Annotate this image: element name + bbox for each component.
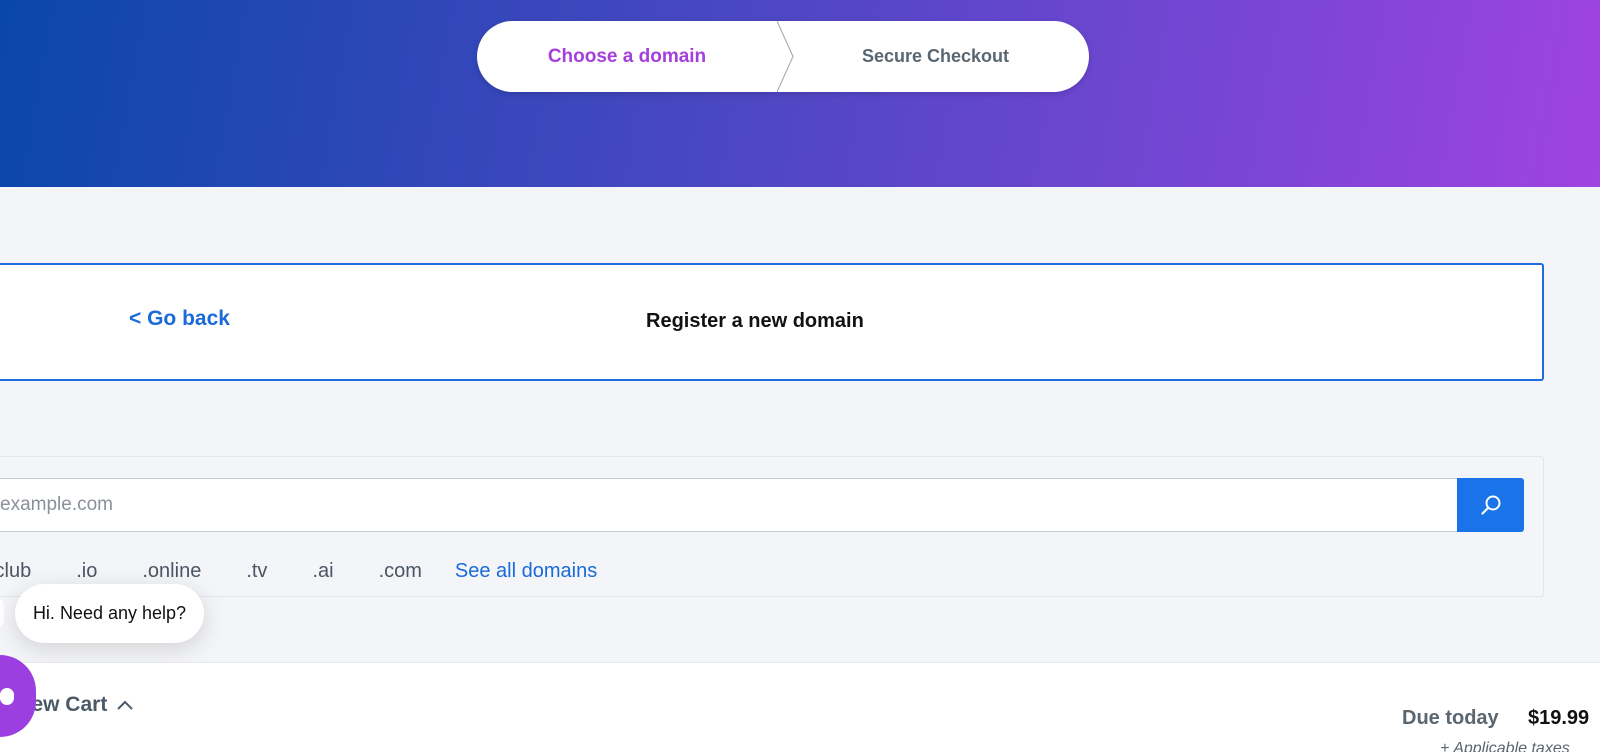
step-choose-domain-label: Choose a domain [547, 45, 707, 67]
go-back-link[interactable]: < Go back [129, 307, 230, 331]
tld-option[interactable]: .io [76, 560, 97, 583]
tld-option[interactable]: .ai [312, 560, 333, 583]
chat-icon [0, 688, 14, 705]
see-all-domains-link[interactable]: See all domains [455, 560, 597, 583]
search-icon [1480, 495, 1500, 515]
chevron-up-icon [117, 700, 134, 710]
step-secure-checkout-label: Secure Checkout [861, 46, 1010, 66]
domain-search-card: .club .io .online .tv .ai .com See all d… [0, 456, 1544, 597]
help-bubble-tail [0, 598, 4, 628]
tld-option[interactable]: .online [142, 560, 201, 583]
cart-summary-bar: View Cart Due today $19.99 + Applicable … [0, 662, 1600, 752]
applicable-taxes-note: + Applicable taxes [1440, 740, 1570, 752]
search-button[interactable] [1457, 478, 1524, 532]
tld-option[interactable]: .club [0, 560, 31, 583]
due-today-label: Due today [1402, 707, 1499, 729]
due-today-amount: $19.99 [1528, 707, 1590, 729]
checkout-stepper: Choose a domain Secure Checkout [477, 21, 1089, 92]
tld-suggestions: .club .io .online .tv .ai .com See all d… [0, 557, 597, 585]
domain-search-input[interactable] [0, 478, 1457, 532]
tld-option[interactable]: .tv [246, 560, 267, 583]
header-banner: Choose a domain Secure Checkout [0, 0, 1600, 187]
register-domain-panel: < Go back Register a new domain [0, 263, 1544, 381]
step-choose-domain[interactable]: Choose a domain [477, 21, 777, 92]
tld-option[interactable]: .com [379, 560, 422, 583]
help-chat-bubble[interactable]: Hi. Need any help? [15, 584, 204, 643]
help-bubble-text: Hi. Need any help? [32, 603, 187, 623]
step-secure-checkout[interactable]: Secure Checkout [782, 21, 1089, 92]
register-domain-title: Register a new domain [646, 310, 864, 332]
